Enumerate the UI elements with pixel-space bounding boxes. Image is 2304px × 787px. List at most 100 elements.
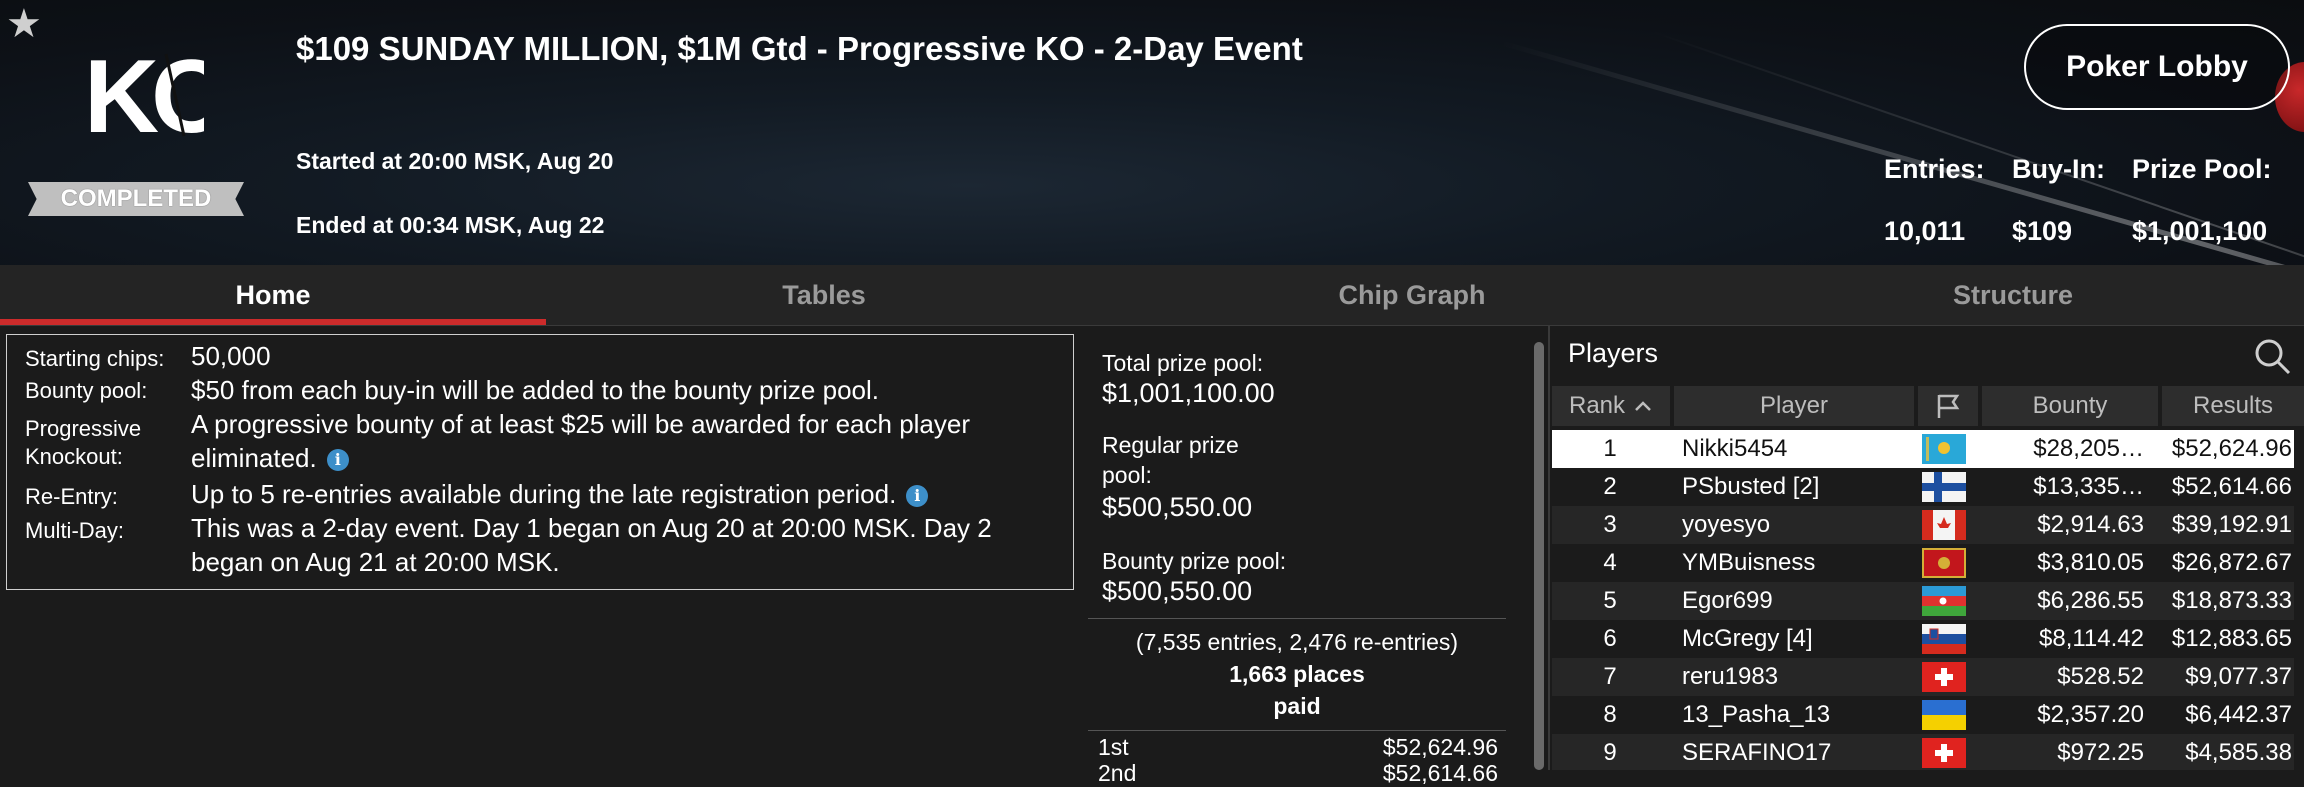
player-result: $52,624.96 xyxy=(2171,435,2292,462)
search-icon[interactable] xyxy=(2252,336,2292,376)
tab-tables[interactable]: Tables xyxy=(546,265,1102,325)
player-row[interactable]: 6 McGregy [4] $8,114.42 $12,883.65 xyxy=(1552,620,2294,658)
players-title: Players xyxy=(1568,338,1659,368)
places-paid-line2: paid xyxy=(1273,693,1321,719)
player-bounty: $6,286.55 xyxy=(2037,587,2144,614)
column-bounty[interactable]: Bounty xyxy=(1982,386,2158,426)
tournament-header: ★ KO COMPLETED $109 SUNDAY MILLION, $1M … xyxy=(0,0,2304,265)
status-badge: COMPLETED xyxy=(28,182,244,216)
player-result: $6,442.37 xyxy=(2185,701,2292,728)
starting-chips-value: 50,000 xyxy=(191,341,271,371)
ko-logo: KO xyxy=(84,39,236,155)
active-tab-indicator xyxy=(0,319,546,325)
buyin-label: Buy-In: xyxy=(2012,154,2105,184)
player-row[interactable]: 7 reru1983 $528.52 $9,077.37 xyxy=(1552,658,2294,696)
info-icon[interactable]: i xyxy=(326,449,349,472)
total-prize-value: $1,001,100.00 xyxy=(1102,378,1275,408)
player-name: Nikki5454 xyxy=(1682,435,1788,462)
player-result: $39,192.91 xyxy=(2171,511,2292,538)
payout-place: 2nd xyxy=(1098,760,1137,786)
tab-structure[interactable]: Structure xyxy=(1722,265,2304,325)
player-name: yoyesyo xyxy=(1682,511,1771,538)
multiday-label: Multi-Day: xyxy=(25,518,125,543)
entries-label: Entries: xyxy=(1884,154,1985,184)
starting-chips-label: Starting chips: xyxy=(25,346,165,371)
player-bounty: $8,114.42 xyxy=(2039,625,2144,652)
player-result: $4,585.38 xyxy=(2185,739,2292,766)
bounty-prize-label: Bounty prize pool: xyxy=(1102,548,1287,574)
tab-chip-graph[interactable]: Chip Graph xyxy=(1102,265,1722,325)
players-header: Players xyxy=(1552,330,2304,380)
player-bounty: $2,357.20 xyxy=(2037,701,2144,728)
reentry-label: Re-Entry: xyxy=(25,484,118,509)
player-name: SERAFINO17 xyxy=(1682,739,1832,766)
player-row[interactable]: 2 PSbusted [2] $13,335… $52,614.66 xyxy=(1552,468,2294,506)
player-bounty: $13,335… xyxy=(2033,473,2144,500)
favorite-star-icon[interactable]: ★ xyxy=(6,4,42,44)
payout-place: 1st xyxy=(1098,734,1129,760)
player-row[interactable]: 5 Egor699 $6,286.55 $18,873.33 xyxy=(1552,582,2294,620)
progressive-knockout-value: A progressive bounty of at least $25 wil… xyxy=(191,407,1061,475)
player-rank: 2 xyxy=(1603,473,1617,500)
column-rank[interactable]: Rank xyxy=(1552,386,1670,426)
kazakhstan-flag-icon xyxy=(1922,434,1966,464)
poker-lobby-button[interactable]: Poker Lobby xyxy=(2024,24,2290,110)
player-result: $18,873.33 xyxy=(2171,587,2292,614)
multiday-value-line1: This was a 2-day event. Day 1 began on A… xyxy=(191,513,992,543)
player-rank: 8 xyxy=(1603,701,1617,728)
sort-ascending-icon xyxy=(1635,401,1651,411)
player-row[interactable]: 9 SERAFINO17 $972.25 $4,585.38 xyxy=(1552,734,2294,770)
finland-flag-icon xyxy=(1922,472,1966,502)
player-result: $9,077.37 xyxy=(2185,663,2292,690)
progressive-value-text: eliminated. xyxy=(191,443,317,473)
player-rank: 3 xyxy=(1603,511,1617,538)
player-rank: 5 xyxy=(1603,587,1617,614)
switzerland-flag-icon xyxy=(1922,662,1966,692)
player-bounty: $28,205… xyxy=(2033,435,2144,462)
player-row[interactable]: 3 yoyesyo $2,914.63 $39,192.91 xyxy=(1552,506,2294,544)
regular-prize-label-1: Regular prize xyxy=(1102,432,1239,458)
column-country[interactable] xyxy=(1918,386,1978,426)
bounty-pool-value: $50 from each buy-in will be added to th… xyxy=(191,375,879,405)
bounty-prize-value: $500,550.00 xyxy=(1102,576,1253,606)
ukraine-flag-icon xyxy=(1922,700,1966,730)
entries-breakdown: (7,535 entries, 2,476 re-entries) xyxy=(1135,629,1459,655)
column-rank-label: Rank xyxy=(1568,392,1626,419)
info-icon[interactable]: i xyxy=(906,485,929,508)
column-player[interactable]: Player xyxy=(1674,386,1914,426)
player-bounty: $972.25 xyxy=(2057,739,2144,766)
total-prize-label: Total prize pool: xyxy=(1102,350,1264,376)
azerbaijan-flag-icon xyxy=(1922,586,1966,616)
scrollbar-thumb[interactable] xyxy=(1534,342,1544,770)
places-paid-line1: 1,663 places xyxy=(1229,661,1365,687)
column-results[interactable]: Results xyxy=(2162,386,2304,426)
player-row[interactable]: 4 YMBuisness $3,810.05 $26,872.67 xyxy=(1552,544,2294,582)
divider xyxy=(1088,730,1506,731)
tournament-info-box: Starting chips: 50,000 Bounty pool: $50 … xyxy=(6,334,1074,590)
player-rank: 6 xyxy=(1603,625,1617,652)
switzerland-flag-icon xyxy=(1922,738,1966,768)
ko-logo-icon: KO xyxy=(84,39,236,155)
payout-row: 2nd $52,614.66 xyxy=(1098,760,1498,787)
progressive-label-line2: Knockout: xyxy=(25,444,123,469)
prize-scrollbar[interactable] xyxy=(1534,342,1544,770)
entries-summary: (7,535 entries, 2,476 re-entries) 1,663 … xyxy=(1088,626,1506,722)
buyin-value: $109 xyxy=(2012,216,2073,246)
player-row[interactable]: 1 Nikki5454 $28,205… $52,624.96 xyxy=(1552,430,2294,468)
progressive-value-line1: A progressive bounty of at least $25 wil… xyxy=(191,409,971,439)
prize-pool-value: $1,001,100 xyxy=(2132,216,2268,246)
payout-amount: $52,614.66 xyxy=(1382,760,1498,786)
player-result: $52,614.66 xyxy=(2171,473,2292,500)
player-name: McGregy [4] xyxy=(1682,625,1813,652)
players-table-header: Rank Player Bounty Results xyxy=(1552,386,2304,426)
player-row[interactable]: 8 13_Pasha_13 $2,357.20 $6,442.37 xyxy=(1552,696,2294,734)
player-name: 13_Pasha_13 xyxy=(1682,701,1831,728)
regular-prize-value: $500,550.00 xyxy=(1102,492,1253,522)
flag-column-icon xyxy=(1937,394,1960,418)
svg-text:KO: KO xyxy=(84,40,204,144)
tab-home[interactable]: Home xyxy=(0,265,546,325)
progressive-knockout-label: Progressive Knockout: xyxy=(25,415,141,471)
entries-value: 10,011 xyxy=(1884,216,1966,246)
progressive-value-line2: eliminated. i xyxy=(191,441,1061,475)
multiday-value: This was a 2-day event. Day 1 began on A… xyxy=(191,511,1061,579)
